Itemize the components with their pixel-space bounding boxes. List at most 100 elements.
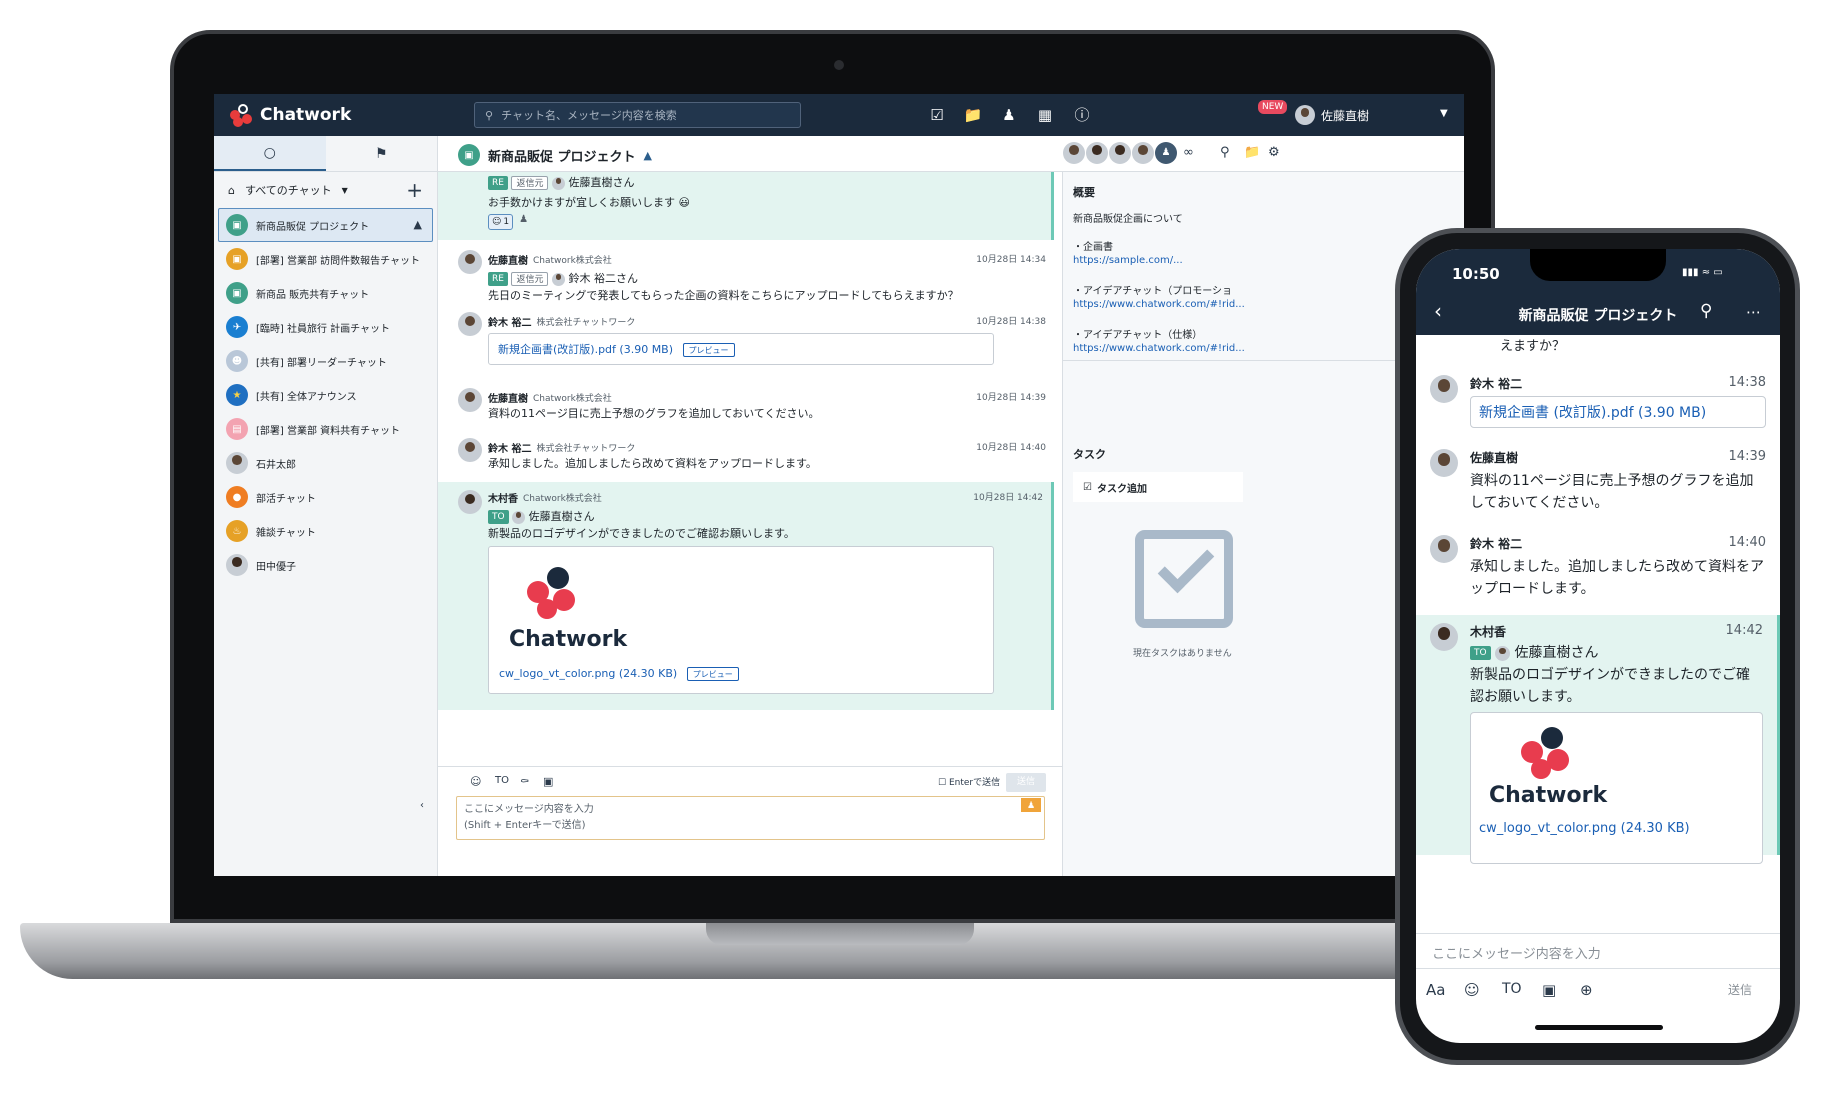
- gear-icon[interactable]: ⚙: [1268, 145, 1280, 160]
- send-button[interactable]: 送信: [1728, 981, 1752, 998]
- tab-bookmarks[interactable]: ⚑: [326, 136, 438, 171]
- logo-mark-icon: [230, 104, 254, 127]
- apps-grid-icon[interactable]: ▦: [1035, 105, 1055, 125]
- message-text: お手数かけますが宜しくお願いします 😃: [488, 196, 690, 209]
- sender-org: Chatwork株式会社: [533, 256, 612, 266]
- enter-to-send-checkbox[interactable]: ☐ Enterで送信: [938, 775, 1000, 788]
- sidebar-room[interactable]: ● 部活チャット: [214, 480, 437, 514]
- collapse-left-icon[interactable]: ‹: [420, 800, 424, 811]
- sidebar-room[interactable]: 田中優子: [214, 548, 437, 582]
- sidebar-room[interactable]: ✈ [臨時] 社員旅行 計画チャット: [214, 310, 437, 344]
- member-avatars[interactable]: ♟: [1063, 142, 1177, 164]
- smile-icon: ☺: [492, 217, 502, 227]
- room-avatar: [226, 554, 248, 576]
- reply-source-tag[interactable]: 返信元: [511, 272, 549, 286]
- file-link[interactable]: cw_logo_vt_color.png (24.30 KB): [499, 667, 677, 680]
- send-button[interactable]: 送信: [1006, 773, 1046, 792]
- search-icon[interactable]: ⚲: [1220, 145, 1230, 160]
- emoji-icon[interactable]: ☺: [1464, 981, 1480, 999]
- top-bar: Chatwork ⚲ チャット名、メッセージ内容を検索 ☑ 📁 ♟ ▦ ⓘ NE…: [214, 94, 1464, 136]
- mention-avatar: [551, 176, 565, 190]
- message[interactable]: 佐藤直樹 Chatwork株式会社 10月28日 14:39 資料の11ページ目に…: [438, 382, 1054, 424]
- sidebar-room[interactable]: ▤ [部署] 営業部 資料共有チャット: [214, 412, 437, 446]
- room-icon: ▣: [226, 214, 248, 236]
- overview-link[interactable]: https://www.chatwork.com/#!rid...: [1073, 299, 1245, 310]
- more-icon[interactable]: ⋯: [1746, 303, 1761, 321]
- product-showcase: Chatwork ⚲ チャット名、メッセージ内容を検索 ☑ 📁 ♟ ▦ ⓘ NE…: [0, 0, 1826, 1120]
- emoji-icon[interactable]: ☺: [470, 775, 481, 788]
- room-icon: ▣: [226, 282, 248, 304]
- room-avatar: [226, 452, 248, 474]
- sidebar-room[interactable]: ☻ [共有] 部署リーダーチャット: [214, 344, 437, 378]
- sidebar-room[interactable]: ▣ 新商品販促 プロジェクト ▲: [218, 208, 433, 242]
- message[interactable]: 佐藤直樹 Chatwork株式会社 10月28日 14:34 RE 返信元 鈴木 …: [438, 246, 1054, 306]
- to-button[interactable]: TO: [1502, 981, 1522, 997]
- chat-header: ▣ 新商品販促 プロジェクト ▲ ♟ ∞ ⚲ 📁 ⚙: [438, 136, 1464, 172]
- sidebar-room[interactable]: ♨ 雑談チャット: [214, 514, 437, 548]
- file-attachment[interactable]: 新規企画書(改訂版).pdf (3.90 MB) プレビュー: [488, 333, 994, 365]
- preview-button[interactable]: プレビュー: [682, 343, 735, 357]
- task-check-icon[interactable]: ☑: [927, 105, 947, 125]
- attach-icon[interactable]: ⚰: [520, 775, 529, 788]
- mobile-chat-title: 新商品販促 プロジェクト: [1518, 308, 1678, 324]
- search-icon[interactable]: ⚲: [1700, 301, 1712, 321]
- sidebar-room[interactable]: ▣ 新商品 販売共有チャット: [214, 276, 437, 310]
- overview-link[interactable]: https://sample.com/...: [1073, 255, 1183, 266]
- overview-link[interactable]: https://www.chatwork.com/#!rid...: [1073, 343, 1245, 354]
- folder-icon[interactable]: 📁: [1244, 145, 1260, 160]
- chatwork-logo-icon: [527, 567, 583, 621]
- image-attachment[interactable]: Chatwork cw_logo_vt_color.png (24.30 KB)…: [488, 546, 994, 694]
- pin-icon[interactable]: ▲: [414, 218, 422, 231]
- video-call-icon[interactable]: ▣: [1542, 981, 1556, 999]
- file-link[interactable]: 新規企画書(改訂版).pdf (3.90 MB): [498, 343, 673, 356]
- tab-chats[interactable]: ○: [214, 136, 326, 171]
- members-icon[interactable]: ♟: [1155, 142, 1177, 164]
- mobile-message-input[interactable]: ここにメッセージ内容を入力: [1416, 933, 1780, 969]
- app-logo[interactable]: Chatwork: [230, 104, 351, 127]
- airplane-icon: ✈: [226, 316, 248, 338]
- file-link[interactable]: cw_logo_vt_color.png (24.30 KB): [1479, 821, 1690, 836]
- folder-icon[interactable]: 📁: [963, 105, 983, 125]
- message-input[interactable]: ここにメッセージ内容を入力 (Shift + Enterキーで送信) ♟: [456, 796, 1045, 840]
- file-link[interactable]: 新規企画書 (改訂版).pdf (3.90 MB): [1470, 396, 1766, 428]
- sender-avatar: [458, 490, 482, 514]
- sidebar-room[interactable]: ★ [共有] 全体アナウンス: [214, 378, 437, 412]
- chevron-down-icon[interactable]: ▼: [1440, 108, 1448, 119]
- sidebar-room[interactable]: ▣ [部署] 営業部 訪問件数報告チャット: [214, 242, 437, 276]
- preview-button[interactable]: プレビュー: [686, 667, 739, 681]
- link-icon[interactable]: ∞: [1183, 145, 1194, 160]
- mobile-message[interactable]: 鈴木 裕二 14:40 承知しました。追加しましたら改めて資料をアップロードしま…: [1416, 527, 1780, 607]
- info-icon[interactable]: ⓘ: [1072, 105, 1092, 125]
- sidebar-room[interactable]: 石井太郎: [214, 446, 437, 480]
- contacts-icon[interactable]: ♟: [999, 105, 1019, 125]
- mobile-header: 10:50 ▮▮▮ ≈ ▭ ‹ 新商品販促 プロジェクト ⚲ ⋯: [1416, 249, 1780, 335]
- sender-name: 木村香: [488, 494, 518, 505]
- add-task-button[interactable]: ☑ タスク追加: [1073, 472, 1243, 502]
- message[interactable]: 鈴木 裕二 株式会社チャットワーク 10月28日 14:40 承知しました。追加し…: [438, 432, 1054, 474]
- mobile-message[interactable]: 佐藤直樹 14:39 資料の11ページ目に売上予想のグラフを追加しておいてくださ…: [1416, 441, 1780, 521]
- to-button[interactable]: TO: [495, 775, 509, 786]
- plus-circle-icon[interactable]: ⊕: [1580, 981, 1593, 999]
- mention-helper-icon[interactable]: ♟: [1021, 798, 1041, 812]
- reply-source-tag[interactable]: 返信元: [511, 176, 549, 190]
- text-format-button[interactable]: Aa: [1426, 981, 1445, 999]
- chat-filter[interactable]: ⌂ すべてのチャット ▼ +: [214, 172, 437, 208]
- image-attachment[interactable]: Chatwork cw_logo_vt_color.png (24.30 KB): [1470, 712, 1763, 864]
- message[interactable]: 木村香 Chatwork株式会社 10月28日 14:42 TO 佐藤直樹さん 新…: [438, 482, 1054, 710]
- sender-name: 鈴木 裕二: [488, 444, 532, 455]
- search-input[interactable]: ⚲ チャット名、メッセージ内容を検索: [474, 102, 801, 128]
- room-name: 新商品 販売共有チャット: [256, 289, 370, 301]
- message[interactable]: RE 返信元 佐藤直樹さん お手数かけますが宜しくお願いします 😃 ☺ 1 ♟: [438, 172, 1054, 240]
- mobile-message[interactable]: 鈴木 裕二 14:38 新規企画書 (改訂版).pdf (3.90 MB): [1416, 367, 1780, 429]
- room-name: [共有] 部署リーダーチャット: [256, 357, 387, 369]
- mobile-message[interactable]: 木村香 14:42 TO 佐藤直樹さん 新製品のロゴデザインができましたのでご確…: [1416, 615, 1780, 864]
- add-chat-button[interactable]: +: [406, 178, 423, 202]
- video-call-icon[interactable]: ▣: [543, 775, 553, 788]
- user-menu[interactable]: 佐藤直樹: [1295, 105, 1369, 125]
- pin-icon[interactable]: ▲: [644, 149, 652, 162]
- logo-wordmark: Chatwork: [509, 627, 628, 652]
- message[interactable]: 鈴木 裕二 株式会社チャットワーク 10月28日 14:38 新規企画書(改訂版)…: [438, 308, 1054, 380]
- reaction-button[interactable]: ☺ 1: [488, 214, 514, 230]
- reaction-users-icon[interactable]: ♟: [519, 214, 528, 230]
- room-name: 田中優子: [256, 561, 296, 573]
